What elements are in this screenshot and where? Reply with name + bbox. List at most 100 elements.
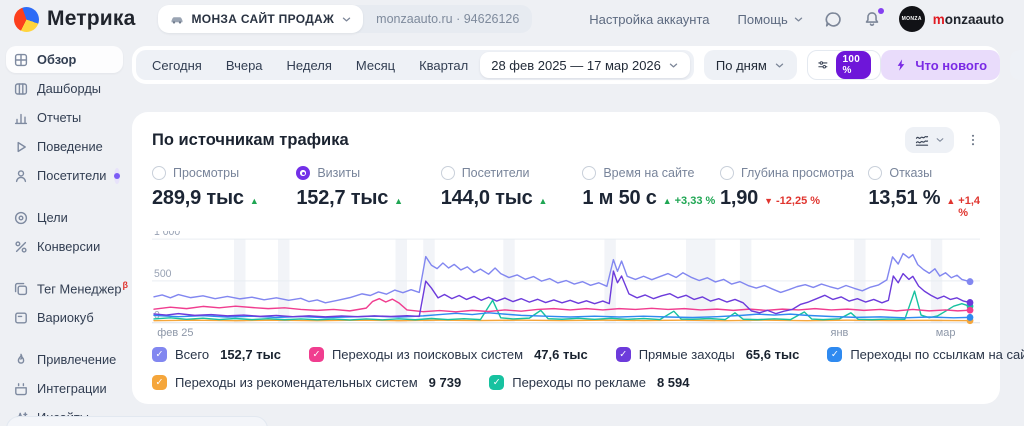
range-button-4[interactable]: Месяц [344, 50, 407, 80]
sidebar-item-visitors[interactable]: Посетители [6, 162, 123, 189]
legend-checkbox[interactable]: ✓ [152, 375, 167, 390]
chat-icon[interactable] [824, 10, 843, 29]
sidebar-item-integrations[interactable]: Интеграции [6, 375, 123, 402]
legend-checkbox[interactable]: ✓ [152, 347, 167, 362]
help-label: Помощь [738, 12, 788, 27]
sidebar-item-label: Дашборды [37, 81, 101, 96]
metric-label: Посетители [462, 166, 530, 180]
granularity-select[interactable]: По дням [704, 50, 797, 80]
app-logo[interactable]: Метрика [14, 7, 136, 32]
legend-label: Переходы из рекомендательных систем [175, 375, 418, 390]
metric-depth[interactable]: Глубина просмотра1,90▼-12,25 % [720, 166, 868, 219]
sidebar-item-reports[interactable]: Отчеты [6, 104, 123, 131]
range-button-1[interactable]: Сегодня [140, 50, 214, 80]
metric-value: 1,90 [720, 187, 758, 210]
sidebar-item-attraction[interactable]: Привлечение [6, 346, 123, 373]
svg-text:фев 25: фев 25 [157, 327, 193, 339]
metric-users[interactable]: Посетители144,0 тыс▲ [441, 166, 583, 219]
username[interactable]: monzaauto [933, 12, 1004, 27]
metric-bounce[interactable]: Отказы13,51 %▲+1,4 % [868, 166, 980, 219]
legend-item[interactable]: ✓Прямые заходы65,6 тыс [616, 347, 800, 362]
metric-delta: ▲+3,33 % [663, 195, 716, 207]
avatar[interactable]: MONZA [899, 6, 925, 32]
legend-value: 9 739 [429, 375, 462, 390]
metric-delta: ▲+1,4 % [946, 195, 980, 219]
sidebar-item-conversions[interactable]: Конверсии [6, 233, 123, 260]
sidebar-item-label: Обзор [37, 52, 76, 67]
attraction-icon [13, 352, 29, 368]
chevron-down-icon [774, 60, 785, 71]
range-button-3[interactable]: Неделя [275, 50, 344, 80]
metric-delta: ▼-12,25 % [764, 195, 820, 207]
legend-checkbox[interactable]: ✓ [309, 347, 324, 362]
add-button[interactable]: Добавить [1010, 50, 1024, 80]
sidebar-item-label: Тег Менеджерβ [37, 280, 128, 296]
legend-row: ✓Всего152,7 тыс ✓Переходы из поисковых си… [152, 347, 980, 362]
trend-down-icon: ▼ [764, 196, 773, 206]
legend-item[interactable]: ✓ Переходы из рекомендательных систем 9 73… [152, 375, 461, 390]
metric-visits[interactable]: Визиты152,7 тыс▲ [296, 166, 440, 219]
sidebar-item-overview[interactable]: Обзор [6, 46, 123, 73]
new-feature-dot-badge [114, 168, 120, 184]
legend-checkbox[interactable]: ✓ [827, 347, 842, 362]
help-menu[interactable]: Помощь [738, 12, 804, 27]
metric-radio[interactable] [720, 166, 734, 180]
whats-new-button[interactable]: Что нового [881, 50, 1000, 80]
metric-views[interactable]: Просмотры289,9 тыс▲ [152, 166, 296, 219]
metric-radio[interactable] [441, 166, 455, 180]
sidebar-item-variocube[interactable]: Вариокуб [6, 304, 123, 331]
widget-title: По источникам трафика [152, 131, 349, 150]
legend-value: 8 594 [657, 375, 690, 390]
variocube-icon [13, 310, 29, 326]
quick-range-group: СегодняВчераНеделяМесяцКвартал 28 фев 20… [136, 50, 694, 80]
range-button-2[interactable]: Вчера [214, 50, 275, 80]
chevron-down-icon [793, 14, 804, 25]
legend-label: Прямые заходы [639, 347, 735, 362]
metric-value: 1 м 50 с [582, 187, 656, 210]
sidebar-item-behavior[interactable]: Поведение [6, 133, 123, 160]
car-favicon-icon [169, 11, 185, 27]
legend-checkbox[interactable]: ✓ [489, 375, 504, 390]
main-content: СегодняВчераНеделяМесяцКвартал 28 фев 20… [128, 38, 1024, 426]
traffic-line-chart[interactable]: 1 0005000фев 25янвмар [152, 231, 980, 339]
metric-label: Просмотры [173, 166, 239, 180]
notifications-bell-icon[interactable] [863, 10, 881, 28]
account-settings-link[interactable]: Настройка аккаунта [589, 12, 709, 27]
trend-up-icon: ▲ [394, 196, 403, 206]
legend-checkbox[interactable]: ✓ [616, 347, 631, 362]
metric-radio[interactable] [868, 166, 882, 180]
range-button-5[interactable]: Квартал [407, 50, 480, 80]
svg-text:1 000: 1 000 [154, 231, 180, 238]
date-range-picker[interactable]: 28 фев 2025 — 17 мар 2026 [480, 52, 690, 78]
counter-meta[interactable]: monzaauto.ru · 94626126 [363, 12, 532, 26]
trend-up-icon: ▲ [250, 196, 259, 206]
metric-value: 144,0 тыс [441, 187, 533, 210]
sidebar-item-label: Привлечение [37, 352, 116, 367]
legend-item[interactable]: ✓Переходы из поисковых систем47,6 тыс [309, 347, 588, 362]
traffic-sources-widget: По источникам трафика Просмотры289,9 тыс… [132, 112, 1000, 404]
sidebar-item-dashboards[interactable]: Дашборды [6, 75, 123, 102]
chevron-down-icon [935, 135, 945, 145]
metric-time-on-site[interactable]: Время на сайте1 м 50 с▲+3,33 % [582, 166, 720, 219]
sidebar-item-label: Конверсии [37, 239, 100, 254]
metrika-logo-icon [14, 7, 39, 32]
sampling-settings-button[interactable]: 100 % [807, 50, 882, 80]
widget-more-button[interactable] [966, 133, 980, 147]
sidebar-item-label: Отчеты [37, 110, 81, 125]
counter-select[interactable]: МОНЗА САЙТ ПРОДАЖ [158, 5, 364, 33]
metric-radio[interactable] [296, 166, 310, 180]
sidebar-item-tag-manager[interactable]: Тег Менеджерβ [6, 275, 123, 302]
metric-radio[interactable] [582, 166, 596, 180]
legend-item[interactable]: ✓Переходы по ссылкам на сайтах12,4 тыс [827, 347, 1024, 362]
chevron-down-icon [341, 14, 352, 25]
trend-up-icon: ▲ [946, 196, 955, 206]
sliders-icon [817, 57, 829, 73]
chart-type-select[interactable] [905, 127, 954, 153]
metric-radio[interactable] [152, 166, 166, 180]
legend-value: 47,6 тыс [534, 347, 588, 362]
legend-item[interactable]: ✓Всего152,7 тыс [152, 347, 281, 362]
legend-item[interactable]: ✓Переходы по рекламе8 594 [489, 375, 689, 390]
behavior-icon [13, 139, 29, 155]
sidebar-item-goals[interactable]: Цели [6, 204, 123, 231]
svg-text:мар: мар [936, 327, 956, 339]
